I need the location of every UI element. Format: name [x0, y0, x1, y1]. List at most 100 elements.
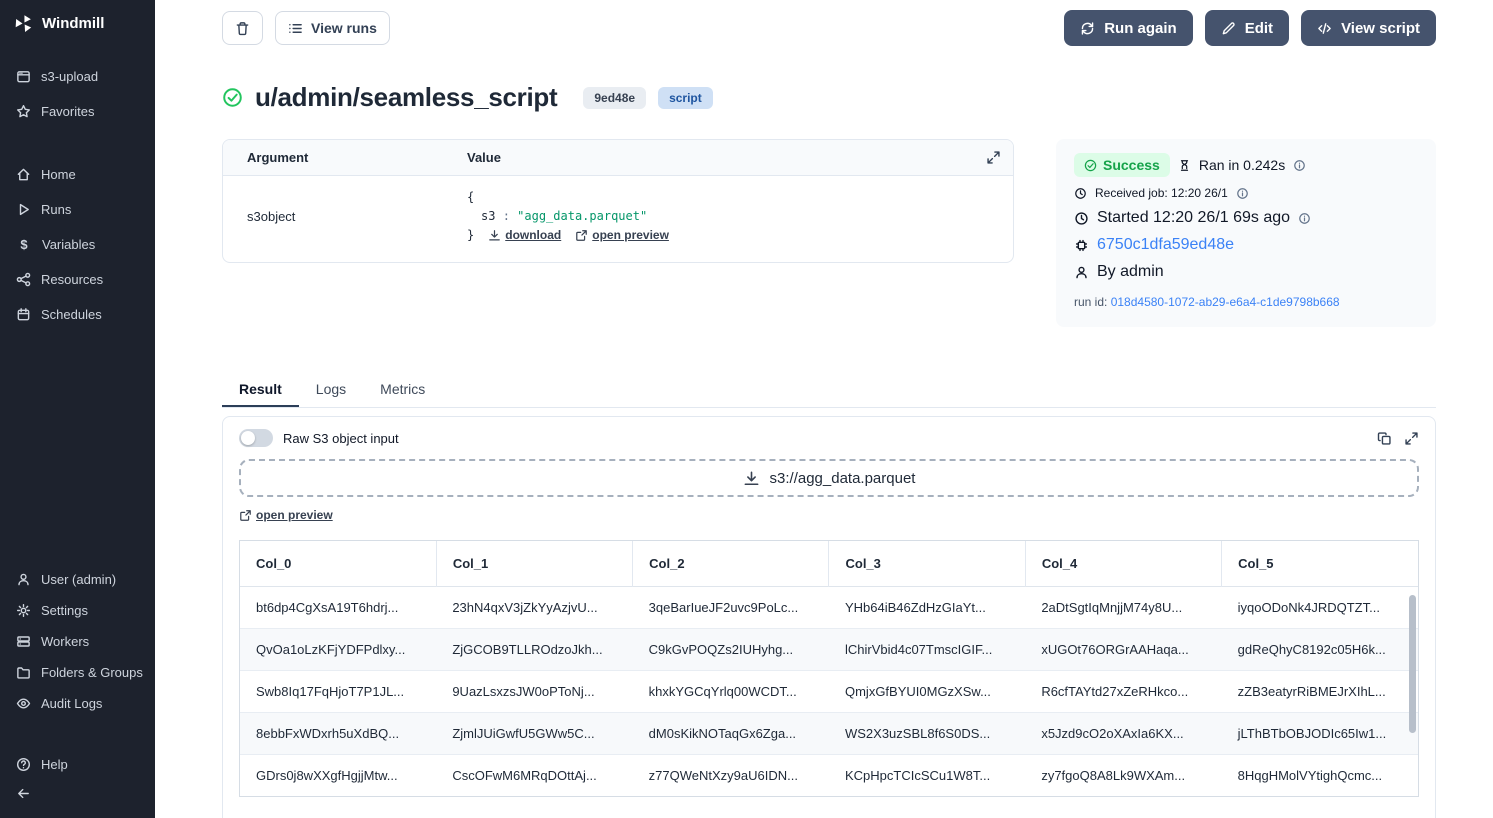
argument-column-header: Argument [247, 150, 467, 165]
by-text: By admin [1097, 263, 1164, 281]
sidebar-item-settings[interactable]: Settings [0, 595, 155, 626]
result-table-cell: 8ebbFxWDxrh5uXdBQ... [240, 712, 436, 754]
raw-s3-toggle[interactable] [239, 429, 273, 447]
arrow-left-icon [16, 786, 31, 801]
view-script-label: View script [1341, 20, 1420, 37]
windmill-logo-icon [14, 14, 33, 33]
result-table-row: bt6dp4CgXsA19T6hdrj...23hN4qxV3jZkYyAzjv… [240, 586, 1418, 628]
sidebar-item-s3-upload[interactable]: s3-upload [0, 59, 155, 94]
expand-icon[interactable] [986, 150, 1001, 165]
list-icon [288, 21, 303, 36]
view-runs-button[interactable]: View runs [275, 11, 390, 45]
edit-label: Edit [1245, 20, 1273, 37]
sidebar-item-help[interactable]: Help [0, 749, 155, 780]
tab-logs[interactable]: Logs [299, 373, 363, 407]
info-icon[interactable] [1236, 187, 1249, 200]
status-row-job-id: 6750c1dfa59ed48e [1074, 236, 1418, 254]
external-link-icon [575, 229, 588, 242]
json-close-line: } download open preview [467, 226, 989, 245]
result-table-cell: zZB3eatyrRiBMEJrXIhL... [1222, 670, 1418, 712]
json-string-value: "agg_data.parquet" [517, 209, 647, 223]
s3-file-download-box[interactable]: s3://agg_data.parquet [239, 459, 1419, 497]
result-table-cell: zy7fgoQ8A8Lk9WXAm... [1025, 754, 1221, 796]
dollar-icon: $ [16, 237, 32, 252]
sidebar-item-runs[interactable]: Runs [0, 192, 155, 227]
sidebar-item-folders-groups[interactable]: Folders & Groups [0, 657, 155, 688]
sidebar-workspace-group: s3-upload Favorites [0, 59, 155, 129]
result-table-col-header: Col_3 [829, 541, 1025, 587]
kind-badge: script [658, 87, 713, 109]
open-preview-label: open preview [256, 508, 333, 522]
edit-button[interactable]: Edit [1205, 10, 1289, 46]
download-icon [488, 229, 501, 242]
result-table-cell: WS2X3uzSBL8f6S0DS... [829, 712, 1025, 754]
user-icon [16, 572, 31, 587]
status-card: Success Ran in 0.242s Received job: 12:2… [1056, 139, 1436, 327]
run-again-button[interactable]: Run again [1064, 10, 1193, 46]
arguments-panel: Argument Value s3object { s3 : "agg_data… [222, 139, 1014, 263]
open-preview-link[interactable]: open preview [575, 226, 669, 245]
argument-value-json: { s3 : "agg_data.parquet" } download [467, 188, 989, 246]
result-table-col-header: Col_2 [633, 541, 829, 587]
json-close-brace: } [467, 226, 474, 245]
sidebar-item-workers[interactable]: Workers [0, 626, 155, 657]
run-id-link[interactable]: 018d4580-1072-ab29-e6a4-c1de9798b668 [1111, 295, 1340, 309]
sidebar-item-home[interactable]: Home [0, 157, 155, 192]
code-icon [1317, 21, 1332, 36]
status-row-received: Received job: 12:20 26/1 [1074, 186, 1418, 200]
download-label: download [505, 226, 561, 245]
clock-icon [1074, 211, 1089, 226]
preview-table: Col_0Col_1Col_2Col_3Col_4Col_5 bt6dp4CgX… [240, 541, 1418, 796]
eye-icon [16, 696, 31, 711]
sidebar-item-schedules[interactable]: Schedules [0, 297, 155, 332]
result-table-row: Swb8Iq17FqHjoT7P1JL...9UazLsxzsJW0oPToNj… [240, 670, 1418, 712]
result-table-cell: GDrs0j8wXXgfHgjjMtw... [240, 754, 436, 796]
sidebar-item-user[interactable]: User (admin) [0, 564, 155, 595]
brand[interactable]: Windmill [0, 0, 155, 43]
tab-result[interactable]: Result [222, 373, 299, 407]
result-table-col-header: Col_4 [1025, 541, 1221, 587]
home-icon [16, 167, 31, 182]
job-id-link[interactable]: 6750c1dfa59ed48e [1097, 236, 1234, 254]
user-icon [1074, 265, 1089, 280]
commit-badge: 9ed48e [583, 87, 646, 109]
play-icon [16, 202, 31, 217]
argument-row: s3object { s3 : "agg_data.parquet" } [223, 176, 1013, 262]
sidebar-item-resources[interactable]: Resources [0, 262, 155, 297]
result-table-cell: xUGOt76ORGrAAHaqa... [1025, 628, 1221, 670]
page-title: u/admin/seamless_script [255, 82, 557, 113]
result-table-row: 8ebbFxWDxrh5uXdBQ...ZjmlJUiGwfU5GWw5C...… [240, 712, 1418, 754]
copy-icon[interactable] [1377, 431, 1392, 446]
download-link[interactable]: download [488, 226, 561, 245]
json-open-brace: { [467, 188, 989, 207]
result-table-cell: KCpHpcTCIcSCu1W8T... [829, 754, 1025, 796]
result-table-cell: 2aDtSgtIqMnjjM74y8U... [1025, 586, 1221, 628]
result-table-row: QvOa1oLzKFjYDFPdlxy...ZjGCOB9TLLROdzoJkh… [240, 628, 1418, 670]
sidebar-item-variables[interactable]: $ Variables [0, 227, 155, 262]
info-icon[interactable] [1298, 212, 1311, 225]
tab-metrics[interactable]: Metrics [363, 373, 442, 407]
result-table-cell: QvOa1oLzKFjYDFPdlxy... [240, 628, 436, 670]
info-icon[interactable] [1293, 159, 1306, 172]
result-table-body: bt6dp4CgXsA19T6hdrj...23hN4qxV3jZkYyAzjv… [240, 586, 1418, 796]
collapse-sidebar-button[interactable] [0, 780, 155, 818]
sidebar-item-audit-logs[interactable]: Audit Logs [0, 688, 155, 719]
expand-icon[interactable] [1404, 431, 1419, 446]
delete-run-button[interactable] [222, 11, 263, 45]
sidebar-item-label: Workers [41, 634, 89, 649]
result-table-cell: CscOFwM6MRqDOttAj... [436, 754, 632, 796]
result-table-cell: gdReQhyC8192c05H6k... [1222, 628, 1418, 670]
brand-name: Windmill [42, 15, 104, 32]
table-scrollbar[interactable] [1409, 595, 1416, 733]
sidebar-item-label: Audit Logs [41, 696, 102, 711]
sidebar-item-favorites[interactable]: Favorites [0, 94, 155, 129]
result-table-col-header: Col_1 [436, 541, 632, 587]
open-preview-link[interactable]: open preview [239, 508, 333, 522]
duration-text: Ran in 0.242s [1199, 157, 1285, 173]
folder-icon [16, 665, 31, 680]
result-table-cell: 8HqgHMolVYtighQcmc... [1222, 754, 1418, 796]
view-script-button[interactable]: View script [1301, 10, 1436, 46]
trash-icon [235, 21, 250, 36]
toggle-knob [241, 431, 255, 445]
chip-icon [1074, 238, 1089, 253]
